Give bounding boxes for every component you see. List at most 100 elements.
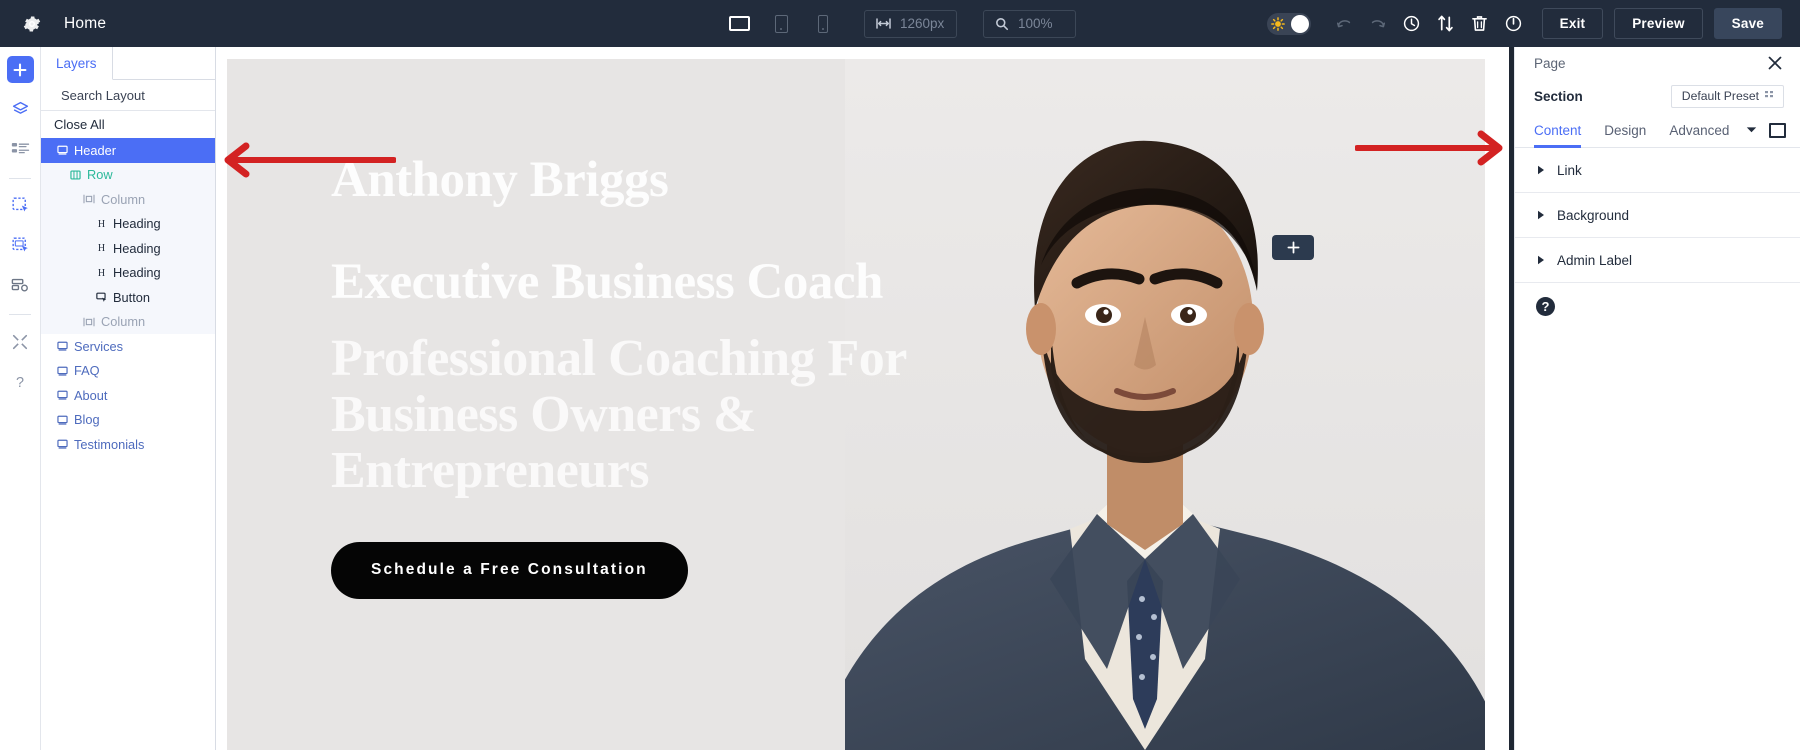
undo-icon[interactable] bbox=[1327, 8, 1361, 40]
layer-tree: Header Row Column H Heading H Heading H Heading B… bbox=[41, 138, 215, 750]
left-tool-rail: ? bbox=[0, 47, 41, 750]
accordion-admin-label[interactable]: Admin Label bbox=[1515, 238, 1800, 283]
layer-node-label: About bbox=[74, 387, 108, 403]
toggle-knob bbox=[1290, 14, 1309, 33]
section-icon bbox=[57, 341, 68, 351]
help-icon: ? bbox=[16, 374, 24, 390]
preset-icon bbox=[1765, 91, 1773, 98]
rail-tools-button[interactable] bbox=[7, 328, 34, 355]
section-icon bbox=[57, 439, 68, 449]
layer-node-faq[interactable]: FAQ bbox=[41, 359, 215, 384]
layer-node-column[interactable]: Column bbox=[41, 187, 215, 212]
rail-select-section-button[interactable] bbox=[7, 192, 34, 219]
rail-divider-2 bbox=[9, 314, 31, 315]
device-mobile-button[interactable] bbox=[808, 9, 838, 39]
history-clock-icon[interactable] bbox=[1395, 8, 1429, 40]
power-icon[interactable] bbox=[1497, 8, 1531, 40]
save-button[interactable]: Save bbox=[1713, 8, 1782, 39]
hero-cta-button[interactable]: Schedule a Free Consultation bbox=[331, 541, 688, 599]
magnifier-icon bbox=[996, 17, 1009, 30]
add-section-badge[interactable] bbox=[1272, 235, 1314, 260]
layer-node-about[interactable]: About bbox=[41, 383, 215, 408]
layers-search-row bbox=[41, 80, 237, 111]
layer-node-button[interactable]: Button bbox=[41, 285, 215, 310]
section-icon bbox=[57, 145, 68, 155]
layer-node-column[interactable]: Column bbox=[41, 309, 215, 334]
layer-node-heading[interactable]: H Heading bbox=[41, 236, 215, 261]
desktop-icon bbox=[728, 16, 750, 31]
sort-arrows-icon[interactable] bbox=[1429, 8, 1463, 40]
tab-content[interactable]: Content bbox=[1534, 113, 1581, 148]
toolbar-left-group: Home bbox=[0, 14, 106, 34]
toolbar-right-group: Exit Preview Save bbox=[1266, 8, 1782, 40]
layer-node-testimonials[interactable]: Testimonials bbox=[41, 432, 215, 457]
accordion-background[interactable]: Background bbox=[1515, 193, 1800, 238]
hero-section[interactable]: Anthony Briggs Executive Business Coach … bbox=[227, 59, 1485, 750]
section-icon bbox=[57, 390, 68, 400]
svg-text:H: H bbox=[98, 219, 105, 229]
wireframe-toggle[interactable] bbox=[1266, 12, 1311, 35]
canvas-width-value: 1260px bbox=[900, 16, 945, 31]
layer-node-heading[interactable]: H Heading bbox=[41, 211, 215, 236]
redo-icon[interactable] bbox=[1361, 8, 1395, 40]
layer-node-label: Services bbox=[74, 338, 124, 354]
left-arrow-annotation bbox=[224, 142, 396, 178]
preview-button[interactable]: Preview bbox=[1614, 8, 1703, 39]
layer-node-label: FAQ bbox=[74, 363, 100, 379]
toolbar-center-group: 1260px 100% bbox=[724, 9, 1076, 39]
tab-layers[interactable]: Layers bbox=[41, 47, 113, 80]
accordion-link-label: Link bbox=[1557, 162, 1582, 178]
layer-node-row[interactable]: Row bbox=[41, 162, 215, 187]
layer-node-blog[interactable]: Blog bbox=[41, 408, 215, 433]
layer-node-label: Heading bbox=[113, 265, 161, 281]
tools-icon bbox=[12, 334, 28, 349]
layer-node-services[interactable]: Services bbox=[41, 334, 215, 359]
page-title: Home bbox=[64, 14, 107, 32]
layer-node-label: Header bbox=[74, 142, 116, 158]
button-icon bbox=[96, 292, 107, 303]
expand-square-icon[interactable] bbox=[1769, 122, 1786, 138]
builder-canvas: Anthony Briggs Executive Business Coach … bbox=[216, 47, 1509, 750]
layers-panel: Layers Close All Header Row Column H Heading… bbox=[41, 47, 237, 750]
rail-select-module-button[interactable] bbox=[7, 272, 34, 299]
chevron-down-icon[interactable] bbox=[1746, 126, 1757, 134]
tab-design[interactable]: Design bbox=[1604, 113, 1646, 148]
layer-node-header[interactable]: Header bbox=[41, 138, 215, 163]
hero-role-heading[interactable]: Executive Business Coach bbox=[331, 255, 951, 310]
close-all-button[interactable]: Close All bbox=[41, 111, 215, 138]
hero-text-block: Anthony Briggs Executive Business Coach … bbox=[331, 153, 951, 599]
rail-add-button[interactable] bbox=[6, 56, 34, 83]
trash-icon[interactable] bbox=[1463, 8, 1497, 40]
gear-icon[interactable] bbox=[22, 14, 42, 34]
zoom-level-field[interactable]: 100% bbox=[983, 9, 1076, 38]
zoom-level-value: 100% bbox=[1018, 16, 1053, 31]
rail-layers-button[interactable] bbox=[7, 96, 34, 123]
rail-layout-button[interactable] bbox=[7, 136, 34, 163]
column-icon bbox=[83, 317, 95, 327]
device-tablet-button[interactable] bbox=[766, 9, 796, 39]
settings-panel-title: Page bbox=[1534, 55, 1566, 71]
svg-text:H: H bbox=[98, 243, 105, 253]
rail-select-row-button[interactable] bbox=[7, 232, 34, 259]
tab-advanced[interactable]: Advanced bbox=[1669, 113, 1729, 148]
help-icon[interactable]: ? bbox=[1536, 296, 1555, 316]
layer-node-label: Column bbox=[101, 191, 146, 207]
layers-tab-filler bbox=[112, 47, 215, 80]
rail-help-button[interactable]: ? bbox=[7, 368, 34, 395]
device-desktop-button[interactable] bbox=[724, 9, 754, 39]
accordion-admin-label-label: Admin Label bbox=[1557, 252, 1633, 268]
tablet-icon bbox=[774, 14, 788, 33]
search-input[interactable] bbox=[61, 87, 237, 103]
sun-icon bbox=[1270, 16, 1285, 31]
layer-node-label: Row bbox=[87, 167, 113, 183]
hero-name-heading[interactable]: Anthony Briggs bbox=[331, 153, 951, 208]
preset-dropdown[interactable]: Default Preset bbox=[1670, 84, 1784, 108]
layers-stack-icon bbox=[12, 101, 28, 114]
accordion-link[interactable]: Link bbox=[1515, 148, 1800, 193]
layer-node-heading[interactable]: H Heading bbox=[41, 260, 215, 285]
exit-button[interactable]: Exit bbox=[1541, 8, 1604, 39]
close-icon[interactable] bbox=[1766, 54, 1784, 72]
canvas-width-field[interactable]: 1260px bbox=[864, 9, 957, 38]
settings-section-row: Section Default Preset bbox=[1515, 79, 1800, 113]
hero-main-heading[interactable]: Professional Coaching For Business Owner… bbox=[331, 330, 951, 499]
